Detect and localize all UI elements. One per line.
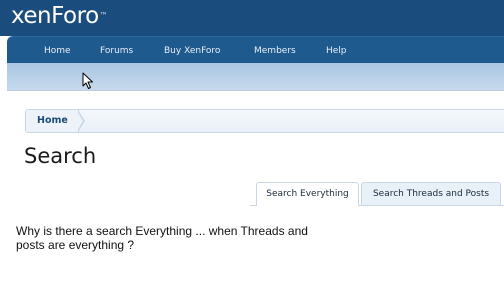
comment-line-2: posts are everything ? bbox=[16, 238, 135, 252]
tab-search-everything[interactable]: Search Everything bbox=[256, 182, 359, 206]
nav-item-help[interactable]: Help bbox=[326, 37, 347, 64]
main-nav: Home Forums Buy XenForo Members Help bbox=[7, 36, 504, 64]
tab-search-threads-and-posts[interactable]: Search Threads and Posts bbox=[361, 182, 501, 205]
breadcrumb-arrow-inner bbox=[77, 111, 83, 131]
logo-text-b: Foro bbox=[51, 3, 99, 29]
nav-item-members[interactable]: Members bbox=[254, 37, 296, 64]
nav-item-home[interactable]: Home bbox=[44, 37, 71, 64]
logo-trademark: ™ bbox=[99, 11, 108, 20]
page-title: Search bbox=[24, 144, 97, 168]
site-header: xenForo™ bbox=[0, 0, 504, 36]
breadcrumb-home[interactable]: Home bbox=[26, 110, 79, 132]
comment-text: Why is there a search Everything ... whe… bbox=[16, 224, 396, 252]
logo-text-a: xen bbox=[11, 3, 52, 29]
comment-line-1: Why is there a search Everything ... whe… bbox=[16, 224, 308, 238]
nav-item-buy-xenforo[interactable]: Buy XenForo bbox=[164, 37, 220, 64]
breadcrumb-home-label: Home bbox=[37, 115, 68, 126]
breadcrumb: Home bbox=[25, 109, 504, 133]
mouse-pointer-icon bbox=[82, 72, 93, 89]
xenforo-logo[interactable]: xenForo™ bbox=[11, 2, 108, 30]
nav-item-forums[interactable]: Forums bbox=[100, 37, 133, 64]
